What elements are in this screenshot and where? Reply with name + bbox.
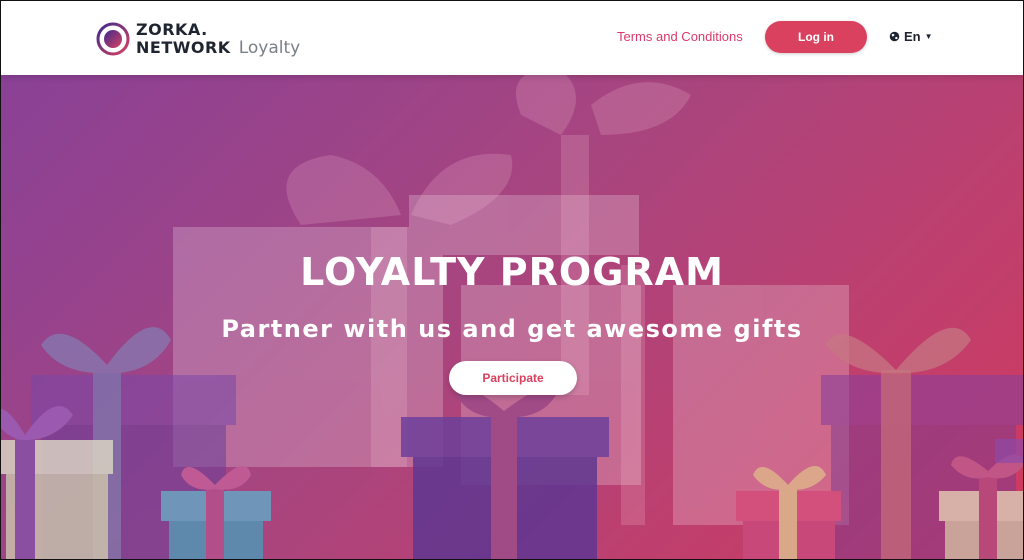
- zorka-logo-icon: [96, 22, 130, 56]
- logo-line-2: NETWORK Loyalty: [136, 38, 300, 58]
- site-logo[interactable]: ZORKA. NETWORK Loyalty: [96, 19, 300, 59]
- logo-line-1: ZORKA.: [136, 19, 208, 39]
- logo-wordmark: ZORKA. NETWORK Loyalty: [136, 21, 300, 58]
- language-label: En: [904, 29, 921, 44]
- chevron-down-icon: ▼: [924, 32, 933, 41]
- hero-subtitle: Partner with us and get awesome gifts: [221, 314, 803, 343]
- logo-product-name: Loyalty: [238, 37, 301, 58]
- login-button[interactable]: Log in: [765, 21, 867, 53]
- language-selector[interactable]: En ▼: [889, 29, 933, 44]
- top-navbar: ZORKA. NETWORK Loyalty Terms and Conditi…: [1, 1, 1023, 75]
- hero-banner: LOYALTY PROGRAM Partner with us and get …: [1, 75, 1023, 559]
- hero-title: LOYALTY PROGRAM: [300, 250, 724, 295]
- logo-network-text: NETWORK: [136, 37, 231, 57]
- page-frame: ZORKA. NETWORK Loyalty Terms and Conditi…: [0, 0, 1024, 560]
- terms-and-conditions-link[interactable]: Terms and Conditions: [617, 29, 743, 44]
- globe-icon: [889, 31, 900, 42]
- participate-button[interactable]: Participate: [449, 361, 577, 395]
